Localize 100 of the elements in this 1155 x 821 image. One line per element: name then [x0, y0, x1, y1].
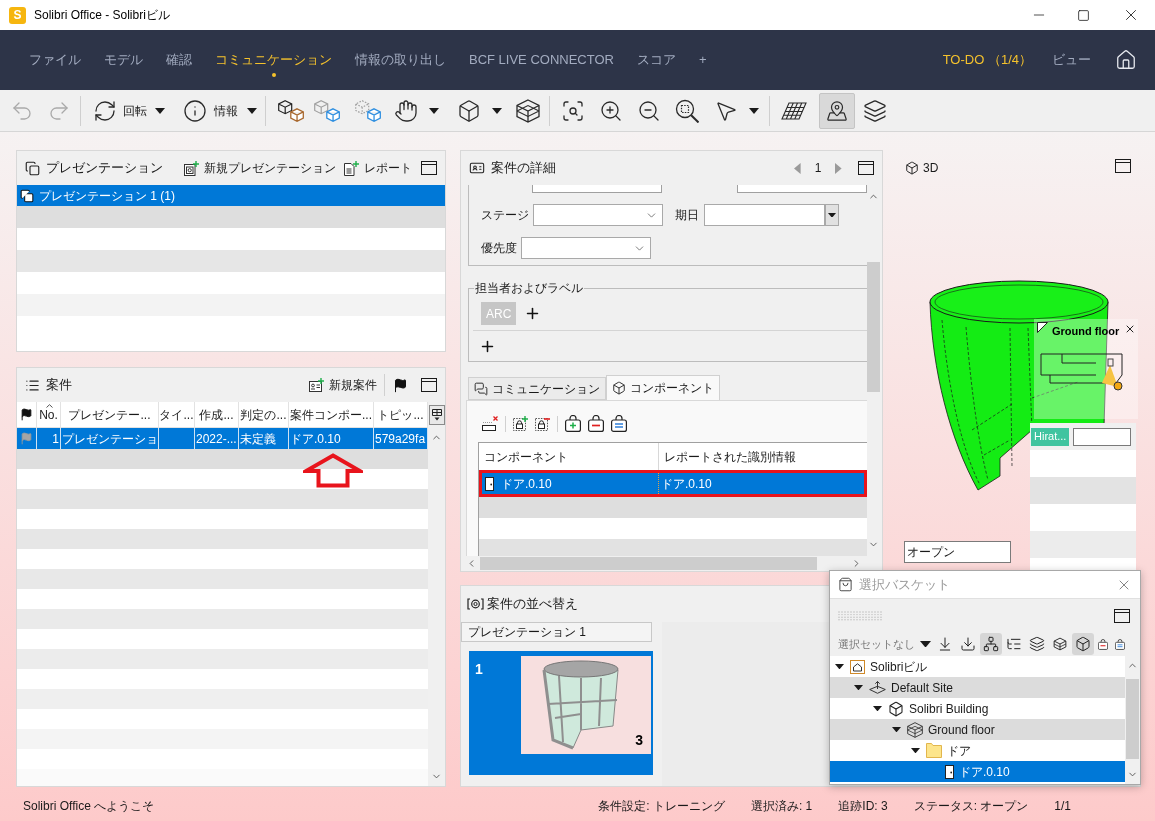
- maximize-icon[interactable]: [1115, 159, 1131, 173]
- menu-tab[interactable]: 確認: [166, 52, 192, 68]
- hierarchy-icon[interactable]: [980, 633, 1002, 655]
- new-presentation-button[interactable]: 新規プレゼンテーション: [184, 159, 336, 177]
- cube-icon[interactable]: [1072, 633, 1094, 655]
- remove-from-selection-icon[interactable]: [535, 416, 550, 431]
- column-header[interactable]: タイ...: [159, 402, 195, 427]
- building-icon: [850, 659, 865, 674]
- date-picker-button[interactable]: [825, 204, 839, 226]
- view-menu[interactable]: ビュー: [1052, 52, 1091, 68]
- cube-icon[interactable]: [457, 98, 481, 123]
- column-header[interactable]: トピッ...: [374, 402, 428, 427]
- column-header[interactable]: 案件コンポー...: [289, 402, 374, 427]
- selection-set-dropdown[interactable]: 選択セットなし: [838, 635, 931, 653]
- bag-remove-icon[interactable]: [588, 415, 604, 432]
- vertical-scrollbar[interactable]: [1125, 656, 1140, 784]
- sort-ascending-icon: [46, 404, 53, 408]
- panel-title: 案件の並べ替え: [487, 595, 578, 614]
- map-icon[interactable]: [819, 92, 855, 129]
- add-to-selection-icon[interactable]: [513, 416, 528, 431]
- storey-icon[interactable]: [516, 98, 540, 123]
- caret-down-icon[interactable]: [429, 107, 439, 114]
- menu-tab[interactable]: スコア: [636, 52, 676, 68]
- maximize-icon[interactable]: [421, 161, 437, 175]
- caret-down-icon[interactable]: [911, 747, 920, 754]
- slide-number: 1: [475, 660, 483, 679]
- presentation-item[interactable]: プレゼンテーション 1 (1): [17, 185, 445, 206]
- column-header[interactable]: プレゼンテー...: [61, 402, 159, 427]
- report-button[interactable]: レポート: [344, 159, 412, 177]
- menu-tab[interactable]: 情報の取り出し: [355, 52, 446, 68]
- maximize-icon[interactable]: [1114, 609, 1130, 623]
- info-button[interactable]: 情報: [183, 98, 257, 123]
- grid-plane-icon[interactable]: [781, 101, 807, 120]
- tree-item[interactable]: Default Site: [830, 677, 1125, 698]
- layers-icon[interactable]: [863, 98, 887, 123]
- bag-add-icon[interactable]: [565, 415, 581, 432]
- zoom-window-icon[interactable]: [675, 98, 699, 123]
- house-icon[interactable]: [1115, 49, 1137, 71]
- column-header[interactable]: 作成...: [195, 402, 239, 427]
- flag-icon[interactable]: [20, 408, 33, 421]
- list-icon: [25, 377, 40, 393]
- status-field[interactable]: オープン: [904, 541, 1011, 563]
- menu-tab[interactable]: ファイル: [29, 52, 81, 68]
- tab[interactable]: コンポーネント: [606, 375, 720, 400]
- close-icon[interactable]: [1124, 323, 1136, 335]
- caret-down-icon[interactable]: [749, 107, 759, 114]
- date-field[interactable]: [704, 204, 825, 226]
- status-text: 1/1: [1054, 797, 1071, 815]
- drag-handle-icon[interactable]: [838, 611, 883, 621]
- rotate-button[interactable]: 回転: [93, 98, 165, 123]
- folder-icon: [926, 743, 942, 758]
- column-header[interactable]: No.: [37, 402, 61, 427]
- todo-button[interactable]: TO-DO （1/4）: [942, 52, 1032, 68]
- table-row[interactable]: ドア.0.10 ドア.0.10: [479, 470, 867, 497]
- bag-equal-icon[interactable]: [611, 415, 627, 432]
- input-field[interactable]: [737, 185, 867, 193]
- maximize-icon[interactable]: [858, 161, 874, 175]
- caret-down-icon[interactable]: [492, 107, 502, 114]
- table-cell-text: プレゼンテーショ: [62, 430, 158, 448]
- caret-down-icon[interactable]: [835, 663, 844, 670]
- add-card-icon: [309, 378, 324, 392]
- menu-tab[interactable]: +: [698, 52, 707, 68]
- flag-icon[interactable]: [393, 377, 408, 393]
- door-icon: [945, 764, 954, 779]
- maximize-icon[interactable]: [421, 378, 437, 392]
- info-icon: [183, 98, 207, 123]
- input-field[interactable]: [1073, 427, 1132, 446]
- window-title: 選択バスケット: [859, 575, 950, 594]
- table-row[interactable]: 1 プレゼンテーショ 2022-... 未定義 ドア.0.10 579a29fa: [17, 428, 428, 449]
- tree-item[interactable]: Ground floor: [830, 719, 1125, 740]
- menu-tab[interactable]: モデル: [104, 52, 143, 68]
- tab[interactable]: コミュニケーション: [468, 377, 606, 400]
- caret-down-icon[interactable]: [873, 705, 882, 712]
- zoom-in-icon[interactable]: [599, 98, 623, 123]
- table-cell-text: ドア.0.10: [661, 475, 712, 493]
- tree-item[interactable]: ドア.0.10: [830, 761, 1125, 782]
- cube-icon: [905, 161, 919, 175]
- column-header[interactable]: レポートされた識別情報: [659, 443, 867, 470]
- menu-tab[interactable]: BCF LIVE CONNECTOR: [469, 52, 614, 68]
- column-chooser-icon[interactable]: [428, 405, 445, 425]
- new-issue-button[interactable]: 新規案件: [309, 376, 377, 394]
- maximize-window-icon[interactable]: [1077, 8, 1090, 22]
- zoom-out-icon[interactable]: [637, 98, 661, 123]
- status-text: 条件設定: トレーニング: [598, 797, 725, 815]
- cubes-icon[interactable]: [278, 99, 304, 122]
- slide-thumbnail[interactable]: 1 3: [469, 651, 653, 775]
- group-label: 担当者およびラベル: [474, 280, 584, 296]
- caret-down-icon[interactable]: [892, 726, 901, 733]
- zoom-fit-icon[interactable]: [561, 98, 585, 123]
- column-header[interactable]: 判定の...: [239, 402, 289, 427]
- remove-marker-icon[interactable]: [482, 416, 498, 431]
- status-text: 選択済み: 1: [750, 797, 813, 815]
- menu-tab[interactable]: コミュニケーション: [215, 52, 332, 77]
- caret-down-icon[interactable]: [854, 684, 863, 691]
- stacked-pages-icon: [25, 160, 40, 176]
- table-cell-text: ドア.0.10: [501, 475, 552, 493]
- caret-down-icon: [247, 107, 257, 114]
- hand-icon[interactable]: [394, 98, 418, 123]
- input-field[interactable]: [532, 185, 662, 193]
- assignee-label: ARC: [481, 302, 517, 325]
